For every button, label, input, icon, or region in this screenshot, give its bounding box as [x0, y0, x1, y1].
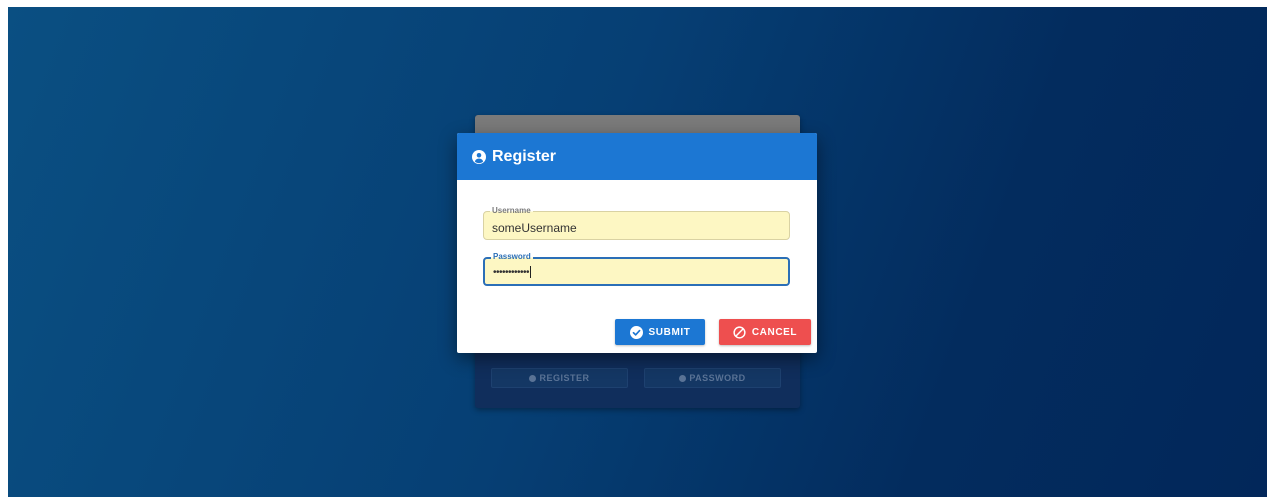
background-register-button[interactable]: REGISTER [491, 368, 628, 388]
background-register-label: REGISTER [539, 373, 590, 383]
register-dialog: Register Username someUsername Password … [457, 133, 817, 353]
ban-icon [733, 325, 746, 339]
username-field[interactable]: Username someUsername [483, 206, 790, 240]
dialog-title: Register [492, 147, 557, 165]
submit-button[interactable]: SUBMIT [615, 319, 705, 345]
background-password-button[interactable]: PASSWORD [644, 368, 781, 388]
cancel-button[interactable]: CANCEL [719, 319, 811, 345]
background-password-label: PASSWORD [689, 373, 746, 383]
submit-label: SUBMIT [648, 326, 691, 338]
user-icon [529, 374, 537, 382]
username-value: someUsername [492, 221, 577, 235]
dialog-header: Register [457, 133, 817, 180]
check-circle-icon [629, 325, 643, 339]
password-value: •••••••••••• [493, 267, 530, 278]
text-caret [530, 266, 532, 279]
password-label: Password [491, 252, 533, 262]
password-field[interactable]: Password •••••••••••• [483, 252, 790, 286]
username-label: Username [490, 206, 533, 216]
app-background: REGISTER PASSWORD Register Username some… [8, 7, 1267, 497]
user-circle-icon [472, 149, 486, 164]
key-icon [679, 374, 687, 382]
password-value-wrap: •••••••••••• [493, 266, 532, 280]
cancel-label: CANCEL [751, 326, 798, 338]
background-card-actions: REGISTER PASSWORD [491, 368, 781, 388]
